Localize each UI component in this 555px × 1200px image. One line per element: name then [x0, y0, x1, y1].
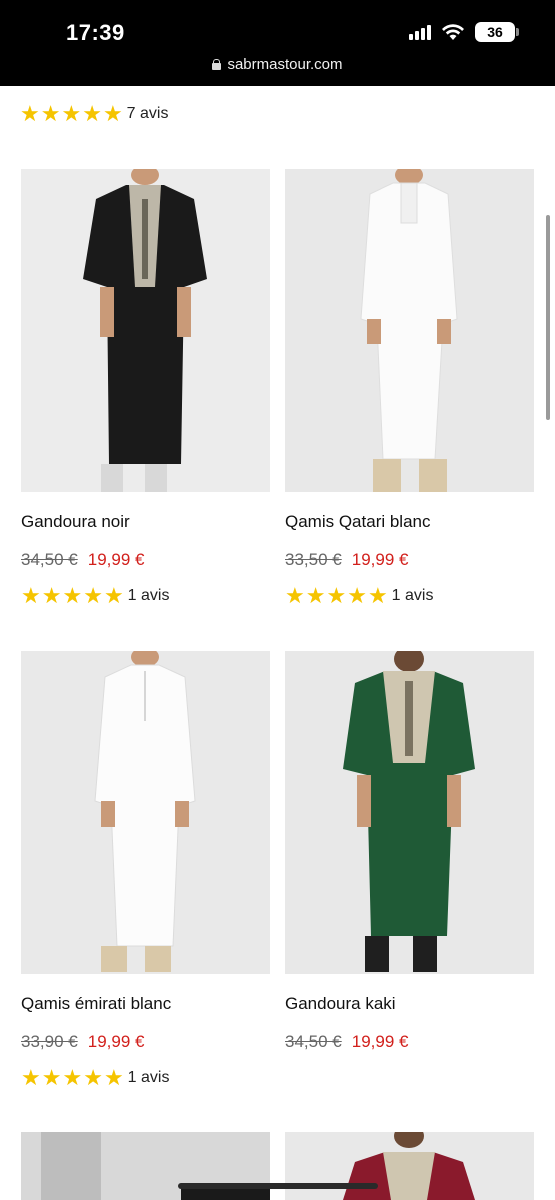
- product-prices: 33,50 € 19,99 €: [285, 550, 534, 570]
- old-price: 34,50 €: [21, 550, 78, 569]
- star-icon: ★: [40, 101, 61, 126]
- garment-image: [285, 651, 534, 974]
- star-icon: ★: [83, 583, 103, 608]
- old-price: 33,90 €: [21, 1032, 78, 1051]
- wifi-icon: [442, 24, 464, 40]
- product-prices: 33,90 € 19,99 €: [21, 1032, 270, 1052]
- lock-icon: [212, 59, 222, 70]
- garment-image: [21, 169, 270, 492]
- old-price: 33,50 €: [285, 550, 342, 569]
- product-title[interactable]: Gandoura kaki: [285, 994, 534, 1014]
- review-count: 7 avis: [126, 105, 169, 122]
- sale-price: 19,99 €: [87, 550, 145, 569]
- sale-price: 19,99 €: [351, 550, 409, 569]
- garment-image: [21, 651, 270, 974]
- garment-image: [285, 169, 534, 492]
- product-image[interactable]: [285, 1132, 534, 1200]
- review-count: 1 avis: [127, 1069, 170, 1086]
- product-title[interactable]: Qamis Qatari blanc: [285, 512, 534, 532]
- star-icon: ★: [61, 101, 82, 126]
- review-count: 1 avis: [391, 587, 434, 604]
- product-title[interactable]: Qamis émirati blanc: [21, 994, 270, 1014]
- home-indicator[interactable]: [178, 1183, 378, 1189]
- star-icon: ★: [21, 1065, 41, 1090]
- star-icon: ★: [305, 583, 326, 608]
- product-rating: ★ ★ ★ ★ ★ 1 avis: [21, 1065, 270, 1090]
- battery-icon: 36: [475, 22, 519, 42]
- product-image[interactable]: [285, 169, 534, 492]
- review-count: 1 avis: [127, 587, 170, 604]
- old-price: 34,50 €: [285, 1032, 342, 1051]
- star-icon: ★: [21, 583, 41, 608]
- product-image[interactable]: [285, 651, 534, 974]
- product-card[interactable]: Qamis émirati blanc 33,90 € 19,99 € ★ ★ …: [21, 651, 270, 1090]
- garment-image: [21, 1132, 270, 1200]
- product-rating: ★ ★ ★ ★ ★ 1 avis: [21, 583, 270, 608]
- product-image[interactable]: [21, 169, 270, 492]
- browser-top-bar: 17:39 36 sabrmastour.com: [0, 0, 555, 86]
- sale-price: 19,99 €: [87, 1032, 145, 1051]
- product-prices: 34,50 € 19,99 €: [21, 550, 270, 570]
- product-card[interactable]: Qamis Qatari blanc 33,50 € 19,99 € ★ ★ ★…: [285, 169, 534, 608]
- product-title[interactable]: Gandoura noir: [21, 512, 270, 532]
- product-prices: 34,50 € 19,99 €: [285, 1032, 534, 1052]
- status-icons: 36: [409, 22, 519, 42]
- cellular-signal-icon: [409, 24, 431, 40]
- product-card[interactable]: [21, 1132, 270, 1200]
- product-rating: ★ ★ ★ ★ ★ 1 avis: [285, 583, 534, 608]
- star-icon: ★: [103, 583, 124, 608]
- star-icon: ★: [83, 1065, 103, 1090]
- address-bar[interactable]: sabrmastour.com: [0, 56, 555, 73]
- star-icon: ★: [41, 1065, 62, 1090]
- sale-price: 19,99 €: [351, 1032, 409, 1051]
- product-card[interactable]: Gandoura noir 34,50 € 19,99 € ★ ★ ★ ★ ★ …: [21, 169, 270, 608]
- star-icon: ★: [103, 1065, 124, 1090]
- star-icon: ★: [367, 583, 388, 608]
- star-icon: ★: [62, 1065, 83, 1090]
- url-text: sabrmastour.com: [227, 56, 343, 73]
- product-image[interactable]: [21, 651, 270, 974]
- scrollbar[interactable]: [546, 215, 550, 420]
- prev-product-rating: ★ ★ ★ ★ ★ 7 avis: [20, 101, 169, 126]
- product-card[interactable]: [285, 1132, 534, 1200]
- product-image[interactable]: [21, 1132, 270, 1200]
- status-time: 17:39: [66, 20, 125, 45]
- star-icon: ★: [41, 583, 62, 608]
- star-icon: ★: [102, 101, 123, 126]
- star-icon: ★: [326, 583, 347, 608]
- star-icon: ★: [347, 583, 367, 608]
- star-icon: ★: [20, 101, 40, 126]
- star-icon: ★: [62, 583, 83, 608]
- star-icon: ★: [82, 101, 102, 126]
- product-card[interactable]: Gandoura kaki 34,50 € 19,99 €: [285, 651, 534, 1052]
- star-icon: ★: [285, 583, 305, 608]
- garment-image: [285, 1132, 534, 1200]
